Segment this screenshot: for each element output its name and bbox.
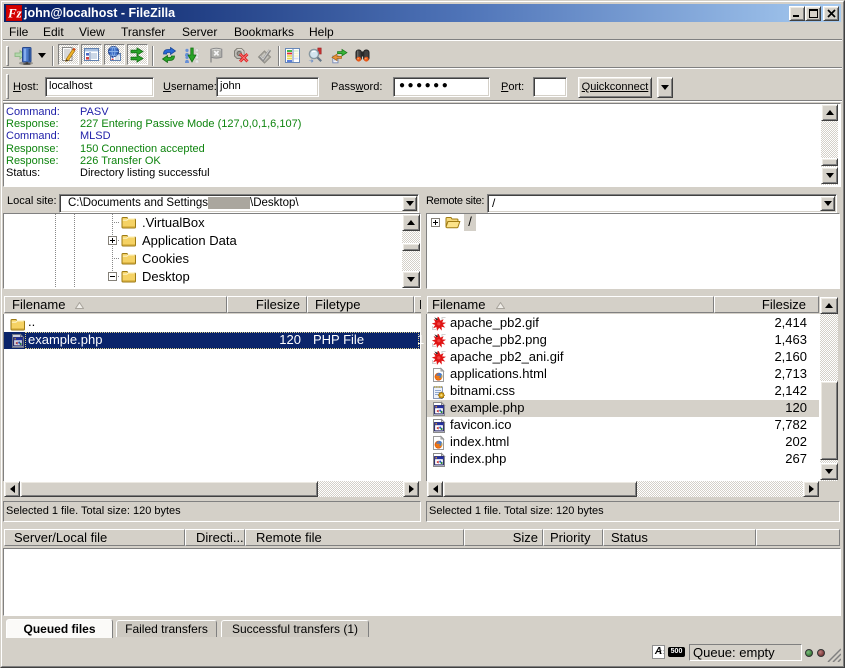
svg-text:Fz: Fz — [7, 6, 22, 21]
